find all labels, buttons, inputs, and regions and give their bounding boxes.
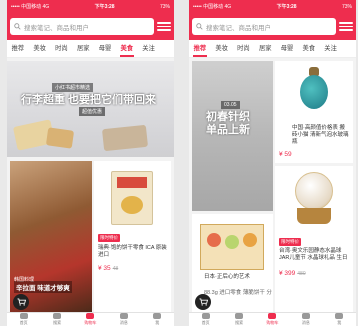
tab-food[interactable]: 美食 <box>298 40 320 57</box>
feature-headline: 初春针织 单品上新 <box>206 111 250 136</box>
feature-card[interactable]: 03.05 初春针织 单品上新 <box>192 61 273 211</box>
tab-recommend[interactable]: 推荐 <box>189 40 211 57</box>
menu-icon[interactable] <box>339 20 353 34</box>
category-tabs: 推荐 美妆 时尚 居家 母婴 美食 关注 <box>7 40 174 58</box>
product-title: 日本·正后心的艺术 <box>204 274 250 280</box>
message-icon <box>119 313 128 319</box>
bottom-nav: 首页 搜索 购物车 消息 我 <box>189 312 356 326</box>
nav-cart[interactable]: 购物车 <box>79 313 101 326</box>
product-card[interactable]: 限时特价 台湾·奥文乐园静态水晶球 JAR儿童节 水晶球礼品 生日 ¥ 399 4… <box>275 166 353 312</box>
banner-note: 超值优惠 <box>79 107 106 116</box>
tab-baby[interactable]: 母婴 <box>94 40 116 57</box>
user-icon <box>335 313 344 319</box>
nav-messages[interactable]: 消息 <box>295 313 317 326</box>
feed: 小红书超市精选 行李超重 也要把它们带回来 超值优惠 韩国料理 辛拉面 味道才够… <box>7 58 174 312</box>
search-placeholder: 搜索笔记、商品和用户 <box>206 24 271 32</box>
menu-icon[interactable] <box>157 20 171 34</box>
tab-beauty[interactable]: 美妆 <box>211 40 233 57</box>
vase-image <box>298 67 330 113</box>
search-row: 搜索笔记、商品和用户 <box>7 13 174 40</box>
nav-me[interactable]: 我 <box>146 313 168 326</box>
bottom-nav: 首页 搜索 购物车 消息 我 <box>7 312 174 326</box>
product-title: 台湾·奥文乐园静态水晶球 JAR儿童节 水晶球礼品 生日 <box>279 248 348 261</box>
status-bar: ••••• 中国移动 4G 下午3:28 73% <box>7 0 174 13</box>
tab-fashion[interactable]: 时尚 <box>51 40 73 57</box>
phone-left: ••••• 中国移动 4G 下午3:28 73% 搜索笔记、商品和用户 推荐 美… <box>7 0 174 326</box>
status-bar: ••••• 中国移动 4G 下午3:28 73% <box>189 0 356 13</box>
tab-fashion[interactable]: 时尚 <box>233 40 255 57</box>
feature-date: 03.05 <box>221 101 240 109</box>
home-icon <box>201 313 210 319</box>
tab-baby[interactable]: 母婴 <box>276 40 298 57</box>
product-title: 瑞典·饱的饼干零食 ICA 原装进口 <box>98 245 167 258</box>
user-icon <box>153 313 162 319</box>
message-icon <box>301 313 310 319</box>
time-text: 下午3:28 <box>94 4 115 10</box>
cart-button[interactable] <box>13 294 29 310</box>
tab-follow[interactable]: 关注 <box>320 40 342 57</box>
banner-headline: 行李超重 也要把它们带回来 <box>21 94 157 106</box>
cart-icon <box>17 298 26 306</box>
tab-food[interactable]: 美食 <box>116 40 138 57</box>
product-card[interactable]: 中国·高颜值价格表 搬砖小猫 清新气泡水玻璃瓶 ¥ 59 <box>275 61 353 163</box>
carrier-text: ••••• 中国移动 4G <box>11 4 50 10</box>
nav-home[interactable]: 首页 <box>13 313 35 326</box>
snow-globe-image <box>291 172 337 230</box>
carrier-text: ••••• 中国移动 4G <box>193 4 232 10</box>
search-icon <box>14 23 21 30</box>
tab-recommend[interactable]: 推荐 <box>7 40 29 57</box>
search-icon <box>53 313 62 319</box>
nav-me[interactable]: 我 <box>328 313 350 326</box>
tab-beauty[interactable]: 美妆 <box>29 40 51 57</box>
nav-cart[interactable]: 购物车 <box>261 313 283 326</box>
cart-icon <box>268 313 277 319</box>
nav-messages[interactable]: 消息 <box>113 313 135 326</box>
cookie-image <box>101 124 149 152</box>
sale-badge: 限时特价 <box>98 234 120 242</box>
sale-badge: 限时特价 <box>279 238 301 246</box>
product-meta: 88.3g 进口零食 薄脆饼干 分销 <box>204 290 272 304</box>
screenshot: ••••• 中国移动 4G 下午3:28 73% 搜索笔记、商品和用户 推荐 美… <box>0 0 358 326</box>
nav-search[interactable]: 搜索 <box>46 313 68 326</box>
snack-box-image <box>200 224 264 270</box>
cart-button[interactable] <box>195 294 211 310</box>
food-card[interactable]: 韩国料理 辛拉面 味道才够爽 <box>10 161 92 312</box>
food-title: 辛拉面 味道才够爽 <box>14 281 72 293</box>
search-row: 搜索笔记、商品和用户 <box>189 13 356 40</box>
cookie-image <box>45 127 75 149</box>
product-price: ¥ 35 48 <box>98 265 119 272</box>
nav-home[interactable]: 首页 <box>195 313 217 326</box>
time-text: 下午3:28 <box>276 4 297 10</box>
category-tabs: 推荐 美妆 时尚 居家 母婴 美食 关注 <box>189 40 356 58</box>
product-price: ¥ 59 <box>279 151 292 158</box>
nav-search[interactable]: 搜索 <box>228 313 250 326</box>
tab-follow[interactable]: 关注 <box>138 40 160 57</box>
product-card[interactable]: 限时特价 瑞典·饱的饼干零食 ICA 原装进口 ¥ 35 48 <box>94 161 171 312</box>
feed: 03.05 初春针织 单品上新 中国·高颜值价格表 搬砖小猫 清新气泡水玻璃瓶 … <box>189 58 356 312</box>
battery-text: 73% <box>341 3 352 10</box>
search-placeholder: 搜索笔记、商品和用户 <box>24 24 89 32</box>
product-title: 中国·高颜值价格表 搬砖小猫 清新气泡水玻璃瓶 <box>292 125 349 145</box>
tab-home[interactable]: 居家 <box>254 40 276 57</box>
battery-text: 73% <box>159 3 170 10</box>
search-icon <box>196 23 203 30</box>
search-icon <box>235 313 244 319</box>
promo-banner[interactable]: 小红书超市精选 行李超重 也要把它们带回来 超值优惠 <box>7 61 174 157</box>
product-price: ¥ 399 480 <box>279 270 306 277</box>
snack-bag-image <box>111 171 153 225</box>
cart-icon <box>199 298 208 306</box>
search-input[interactable]: 搜索笔记、商品和用户 <box>192 18 336 35</box>
tab-home[interactable]: 居家 <box>72 40 94 57</box>
phone-right: ••••• 中国移动 4G 下午3:28 73% 搜索笔记、商品和用户 推荐 美… <box>189 0 356 326</box>
search-input[interactable]: 搜索笔记、商品和用户 <box>10 18 154 35</box>
cart-icon <box>86 313 95 319</box>
home-icon <box>19 313 28 319</box>
